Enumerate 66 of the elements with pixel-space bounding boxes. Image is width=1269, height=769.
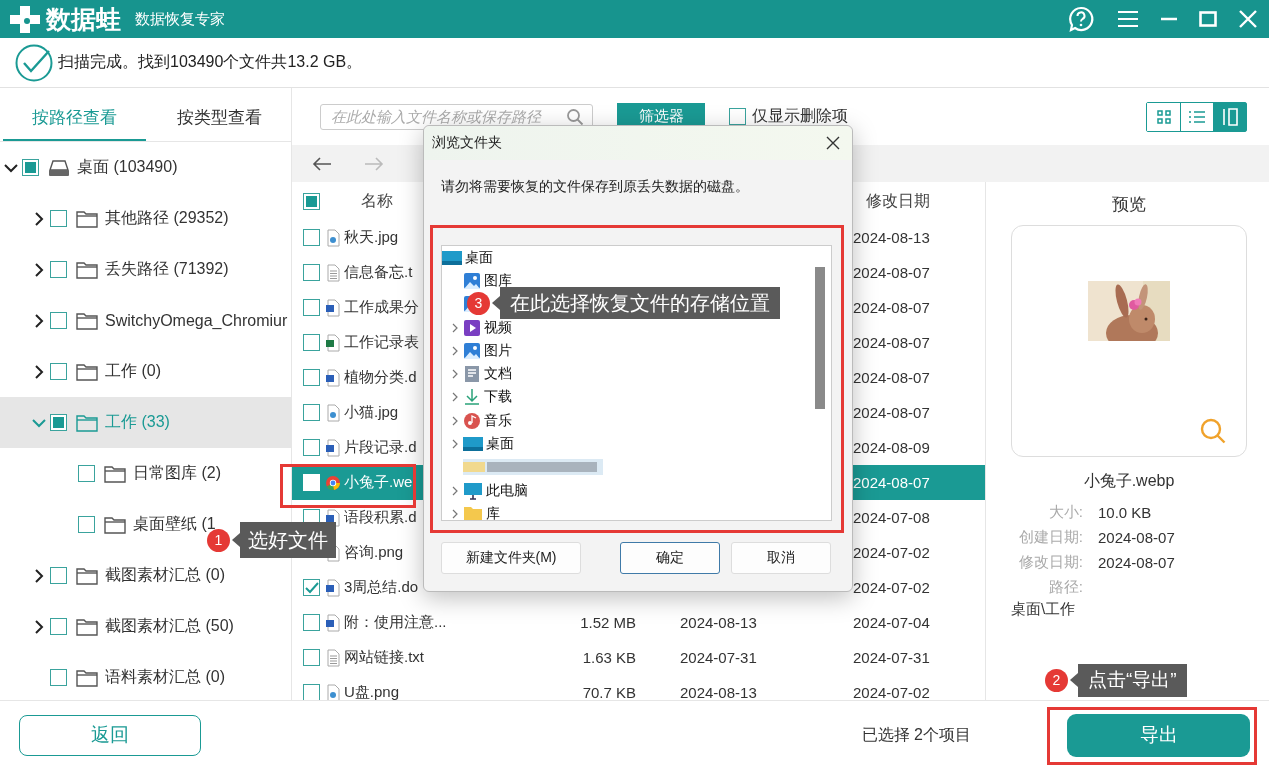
file-size: 1.52 MB	[580, 614, 636, 631]
preview-title: 预览	[1111, 194, 1147, 216]
date-cell: 2024-07-31	[680, 649, 757, 666]
modified-date: 2024-08-07	[853, 404, 930, 421]
modified-date: 2024-08-07	[853, 334, 930, 351]
file-size: 70.7 KB	[582, 684, 636, 700]
file-name: 咨询.png	[344, 543, 404, 560]
date-cell: 2024-08-13	[680, 684, 757, 700]
selection-count: 已选择 2个项目	[861, 724, 971, 745]
app-logo-text: 数据蛙	[46, 3, 121, 35]
modified-date: 2024-07-02	[853, 579, 930, 596]
tree-item-label: SwitchyOmega_Chromiur	[105, 311, 288, 330]
tree-item-label: 语料素材汇总 (0)	[105, 667, 225, 687]
detail-label: 创建日期:	[1017, 528, 1083, 547]
file-name: 片段记录.d	[344, 438, 417, 455]
file-name: 植物分类.d	[344, 368, 417, 385]
dialog-message: 请勿将需要恢复的文件保存到原丢失数据的磁盘。	[441, 178, 749, 194]
file-name: 网站链接.txt	[344, 648, 424, 665]
step-tooltip: 在此选择恢复文件的存储位置	[492, 287, 780, 319]
modified-date: 2024-08-07	[853, 299, 930, 316]
tree-item-label: 工作 (33)	[105, 412, 170, 432]
checkbox-label: 仅显示删除项	[752, 106, 848, 126]
scan-status-text: 扫描完成。找到103490个文件共13.2 GB。	[58, 52, 363, 72]
tree-item-label: 截图素材汇总 (0)	[105, 565, 225, 585]
preview-filename: 小兔子.webp	[1082, 471, 1176, 491]
detail-value: 桌面\工作	[1011, 600, 1076, 617]
dialog-title: 浏览文件夹	[432, 134, 502, 152]
tree-item-label: 其他路径 (29352)	[105, 208, 229, 228]
modified-date: 2024-07-02	[853, 544, 930, 561]
tree-item-label: 丢失路径 (71392)	[105, 259, 229, 279]
modified-date: 2024-08-07	[853, 474, 930, 491]
detail-value: 2024-08-07	[1098, 554, 1175, 571]
file-name: 信息备忘.t	[344, 263, 413, 280]
detail-value: 10.0 KB	[1098, 504, 1152, 521]
modified-date: 2024-08-09	[853, 439, 930, 456]
modified-date: 2024-08-13	[853, 229, 930, 246]
detail-label: 路径:	[1047, 578, 1083, 597]
modified-date: 2024-08-07	[853, 369, 930, 386]
modified-date: 2024-08-07	[853, 264, 930, 281]
file-name: 语段积累.d	[344, 508, 417, 525]
step-badge: 1	[207, 528, 230, 552]
modified-date: 2024-07-08	[853, 509, 930, 526]
app-subtitle: 数据恢复专家	[135, 9, 225, 29]
tree-item-label: 日常图库 (2)	[133, 463, 221, 483]
modified-date: 2024-07-02	[853, 684, 930, 700]
file-name: 小猫.jpg	[344, 403, 399, 420]
modified-date: 2024-07-04	[853, 614, 930, 631]
detail-label: 修改日期:	[1017, 553, 1083, 572]
detail-value: 2024-08-07	[1098, 529, 1175, 546]
file-name: 工作成果分	[344, 298, 419, 315]
step-badge: 2	[1045, 668, 1068, 692]
file-name: U盘.png	[344, 683, 400, 700]
tree-item-label: 桌面 (103490)	[77, 157, 178, 177]
tree-item-label: 截图素材汇总 (50)	[105, 616, 234, 636]
file-size: 1.63 KB	[582, 649, 636, 666]
step-tooltip: 点击“导出”	[1070, 664, 1187, 697]
file-name: 3周总结.do	[344, 578, 419, 595]
modified-date: 2024-07-31	[853, 649, 930, 666]
file-name: 附：使用注意...	[344, 613, 447, 630]
step-tooltip: 选好文件	[232, 522, 336, 558]
file-name: 秋天.jpg	[344, 228, 399, 245]
file-name: 工作记录表	[344, 333, 419, 350]
detail-label: 大小:	[1047, 503, 1083, 522]
date-cell: 2024-08-13	[680, 614, 757, 631]
file-name: 小兔子.we	[344, 473, 413, 490]
tree-item-label: 工作 (0)	[105, 361, 161, 381]
